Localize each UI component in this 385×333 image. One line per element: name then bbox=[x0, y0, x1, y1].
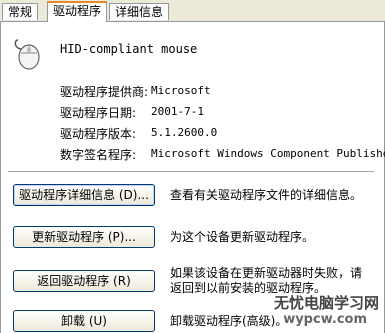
tab-details[interactable]: 详细信息 bbox=[109, 3, 170, 20]
provider-value: Microsoft bbox=[151, 84, 211, 97]
update-driver-button[interactable]: 更新驱动程序 (P)... bbox=[13, 226, 155, 248]
version-label: 驱动程序版本: bbox=[60, 127, 137, 141]
device-name: HID-compliant mouse bbox=[60, 42, 198, 56]
tab-general[interactable]: 常规 bbox=[2, 3, 39, 20]
provider-label: 驱动程序提供商: bbox=[60, 85, 149, 99]
uninstall-desc: 卸载驱动程序(高级)。 bbox=[170, 314, 288, 328]
separator bbox=[8, 171, 374, 173]
watermark-title: 无忧电脑学习网 bbox=[273, 294, 379, 312]
signer-value: Microsoft Windows Component Publisher bbox=[151, 147, 385, 160]
update-driver-desc: 为这个设备更新驱动程序。 bbox=[170, 230, 315, 244]
mouse-icon bbox=[12, 36, 42, 70]
watermark-url: wypcw.com bbox=[283, 312, 367, 327]
signer-label: 数字签名程序: bbox=[60, 148, 137, 162]
tab-strip: 常规 驱动程序 详细信息 bbox=[0, 0, 385, 22]
driver-details-button[interactable]: 驱动程序详细信息 (D)... bbox=[13, 184, 155, 206]
date-value: 2001-7-1 bbox=[151, 105, 204, 118]
date-label: 驱动程序日期: bbox=[60, 106, 137, 120]
tab-driver[interactable]: 驱动程序 bbox=[47, 1, 108, 22]
rollback-driver-button[interactable]: 返回驱动程序 (R) bbox=[13, 270, 155, 292]
driver-details-desc: 查看有关驱动程序文件的详细信息。 bbox=[170, 188, 363, 202]
version-value: 5.1.2600.0 bbox=[151, 126, 218, 139]
rollback-driver-desc: 如果该设备在更新驱动器时失败，请 bbox=[170, 266, 363, 280]
uninstall-button[interactable]: 卸载 (U) bbox=[13, 310, 155, 332]
